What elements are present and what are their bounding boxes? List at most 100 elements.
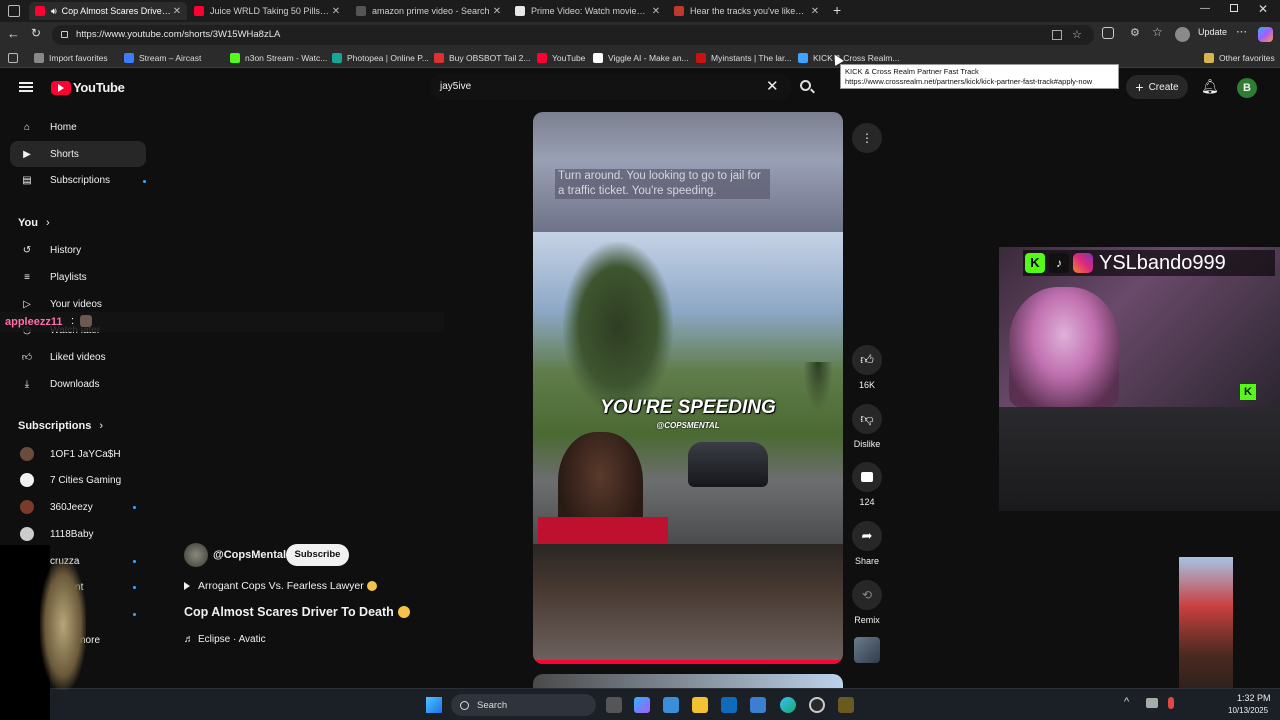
file-explorer-icon[interactable] xyxy=(692,697,708,713)
more-options-button[interactable]: ⋮ xyxy=(852,123,882,153)
search-input[interactable]: jay5ive xyxy=(440,81,471,92)
app-icon[interactable] xyxy=(838,697,854,713)
subscribe-button[interactable]: Subscribe xyxy=(286,544,349,566)
copilot-taskbar-icon[interactable] xyxy=(634,697,650,713)
split-screen-icon[interactable] xyxy=(1052,30,1062,40)
subscriptions-section-header[interactable]: Subscriptions › xyxy=(18,420,103,432)
close-tab-icon[interactable]: ✕ xyxy=(809,6,821,17)
close-tab-icon[interactable]: ✕ xyxy=(330,6,342,17)
browser-tab[interactable]: 🔊︎ Cop Almost Scares Driver To ✕ xyxy=(29,2,187,20)
clear-search-icon[interactable]: ✕ xyxy=(766,77,779,95)
sidebar-item-home[interactable]: ⌂ Home xyxy=(10,114,146,140)
search-box[interactable]: jay5ive ✕ xyxy=(430,74,792,100)
copilot-icon[interactable] xyxy=(1258,27,1273,42)
microphone-icon[interactable] xyxy=(1168,697,1174,709)
tab-favicon-icon xyxy=(515,6,525,16)
tree-silhouette xyxy=(563,242,673,412)
playlist-link[interactable]: Arrogant Cops Vs. Fearless Lawyer xyxy=(184,580,377,592)
subscription-channel[interactable]: 1OF1 JaYCa$H xyxy=(10,441,146,467)
new-content-dot xyxy=(143,180,146,183)
other-favorites[interactable]: Other favorites xyxy=(1204,51,1275,65)
back-icon[interactable]: ← xyxy=(7,26,20,41)
channel-avatar[interactable] xyxy=(184,543,208,567)
create-button[interactable]: + Create xyxy=(1126,75,1188,99)
favorite-link[interactable]: Viggle AI - Make an... xyxy=(593,51,689,65)
dislike-button[interactable]: 👎︎ xyxy=(852,404,882,434)
account-avatar[interactable]: B xyxy=(1237,78,1257,98)
sidebar-toggle-icon[interactable] xyxy=(8,5,20,17)
favorite-link[interactable]: Import favorites xyxy=(34,51,108,65)
windows-taskbar: Search ^ 1:32 PM 10/13/2025 xyxy=(0,688,1280,720)
favorite-link[interactable]: n3on Stream - Watc... xyxy=(230,51,327,65)
collections-icon[interactable] xyxy=(8,51,23,65)
notifications-bell-icon[interactable]: 🔔︎ xyxy=(1201,78,1219,95)
sidebar-item-playlists[interactable]: ≡ Playlists xyxy=(10,264,146,290)
music-line[interactable]: ♬ Eclipse · Avatic xyxy=(184,634,266,645)
sidebar-item-shorts[interactable]: ▶ Shorts xyxy=(10,141,146,167)
taskbar-search[interactable]: Search xyxy=(451,694,596,716)
refresh-icon[interactable]: ↻ xyxy=(31,26,41,40)
clock-date[interactable]: 10/13/2025 xyxy=(1228,706,1268,715)
favorite-link[interactable]: Photopea | Online P... xyxy=(332,51,429,65)
like-button[interactable]: 👍︎ xyxy=(852,345,882,375)
history-icon: ↺ xyxy=(22,244,32,256)
browser-tab[interactable]: Hear the tracks you've liked: on S✕ xyxy=(668,2,825,20)
url-input[interactable]: https://www.youtube.com/shorts/3W15WHa8z… xyxy=(52,25,1094,45)
channel-name[interactable]: @CopsMental xyxy=(213,549,286,561)
favorite-link[interactable]: Buy OBSBOT Tail 2... xyxy=(434,51,530,65)
system-tray-chevron-icon[interactable]: ^ xyxy=(1124,696,1129,708)
remix-button[interactable]: ⟲ xyxy=(852,580,882,610)
store-icon[interactable] xyxy=(663,697,679,713)
restore-icon[interactable] xyxy=(1230,4,1238,12)
favorite-label: Photopea | Online P... xyxy=(347,53,429,63)
browser-tab[interactable]: amazon prime video - Search ✕ xyxy=(350,2,507,20)
favorite-link[interactable]: YouTube xyxy=(537,51,585,65)
close-tab-icon[interactable]: ✕ xyxy=(650,6,662,17)
browser-essentials-icon[interactable]: ⚙ xyxy=(1130,26,1140,39)
sidebar-item-history[interactable]: ↺ History xyxy=(10,237,146,263)
tab-title: Hear the tracks you've liked: on S xyxy=(690,6,809,16)
new-tab-button[interactable]: + xyxy=(833,2,841,18)
favorite-link[interactable]: Myinstants | The lar... xyxy=(696,51,791,65)
favorite-link[interactable]: KICK & Cross Realm... xyxy=(798,51,899,65)
photos-icon[interactable] xyxy=(750,697,766,713)
short-video-player[interactable]: Turn around. You looking to go to jail f… xyxy=(533,112,843,664)
sidebar-item-liked-videos[interactable]: 👍︎ Liked videos xyxy=(10,344,146,370)
obs-icon[interactable] xyxy=(809,697,825,713)
task-view-icon[interactable] xyxy=(606,697,622,713)
favorite-link[interactable]: Stream – Aircast xyxy=(124,51,201,65)
network-icon[interactable] xyxy=(1146,698,1158,708)
start-button[interactable] xyxy=(426,697,442,713)
progress-bar[interactable] xyxy=(533,660,843,664)
sidebar-item-downloads[interactable]: ⤓ Downloads xyxy=(10,371,146,397)
minimize-icon[interactable]: — xyxy=(1200,3,1210,14)
outlook-icon[interactable] xyxy=(721,697,737,713)
favorites-icon[interactable]: ☆ xyxy=(1152,25,1163,39)
close-tab-icon[interactable]: ✕ xyxy=(171,6,183,17)
thumbs-down-icon: 👎︎ xyxy=(860,411,874,426)
update-button[interactable]: Update xyxy=(1198,27,1227,37)
subscription-channel[interactable]: 7 Cities Gaming xyxy=(10,467,146,493)
subscription-channel[interactable]: 1118Baby xyxy=(10,521,146,547)
profile-avatar[interactable] xyxy=(1175,27,1190,42)
browser-tab[interactable]: Prime Video: Watch movies, TV sh✕ xyxy=(509,2,666,20)
extensions-icon[interactable] xyxy=(1102,27,1114,39)
sound-thumbnail[interactable] xyxy=(854,637,880,663)
youtube-wordmark: YouTube xyxy=(73,80,125,95)
audio-icon[interactable]: 🔊︎ xyxy=(51,6,57,17)
edge-icon[interactable] xyxy=(780,697,796,713)
sidebar-item-subscriptions[interactable]: ▤ Subscriptions xyxy=(10,167,146,193)
close-window-icon[interactable]: ✕ xyxy=(1258,2,1268,16)
subscription-channel[interactable]: 360Jeezy xyxy=(10,494,146,520)
browser-tab[interactable]: Juice WRLD Taking 50 Pills Becau✕ xyxy=(188,2,346,20)
favorite-star-icon[interactable]: ☆ xyxy=(1072,25,1082,45)
clock-time[interactable]: 1:32 PM xyxy=(1237,693,1271,703)
favorite-label: Stream – Aircast xyxy=(139,53,202,63)
youtube-logo[interactable]: YouTube xyxy=(51,80,125,95)
share-button[interactable]: ➦ xyxy=(852,521,882,551)
comments-button[interactable] xyxy=(852,462,882,492)
close-tab-icon[interactable]: ✕ xyxy=(491,6,503,17)
tab-favicon-icon xyxy=(674,6,684,16)
you-section-header[interactable]: You › xyxy=(18,217,50,229)
more-menu-icon[interactable]: ⋯ xyxy=(1236,25,1247,38)
